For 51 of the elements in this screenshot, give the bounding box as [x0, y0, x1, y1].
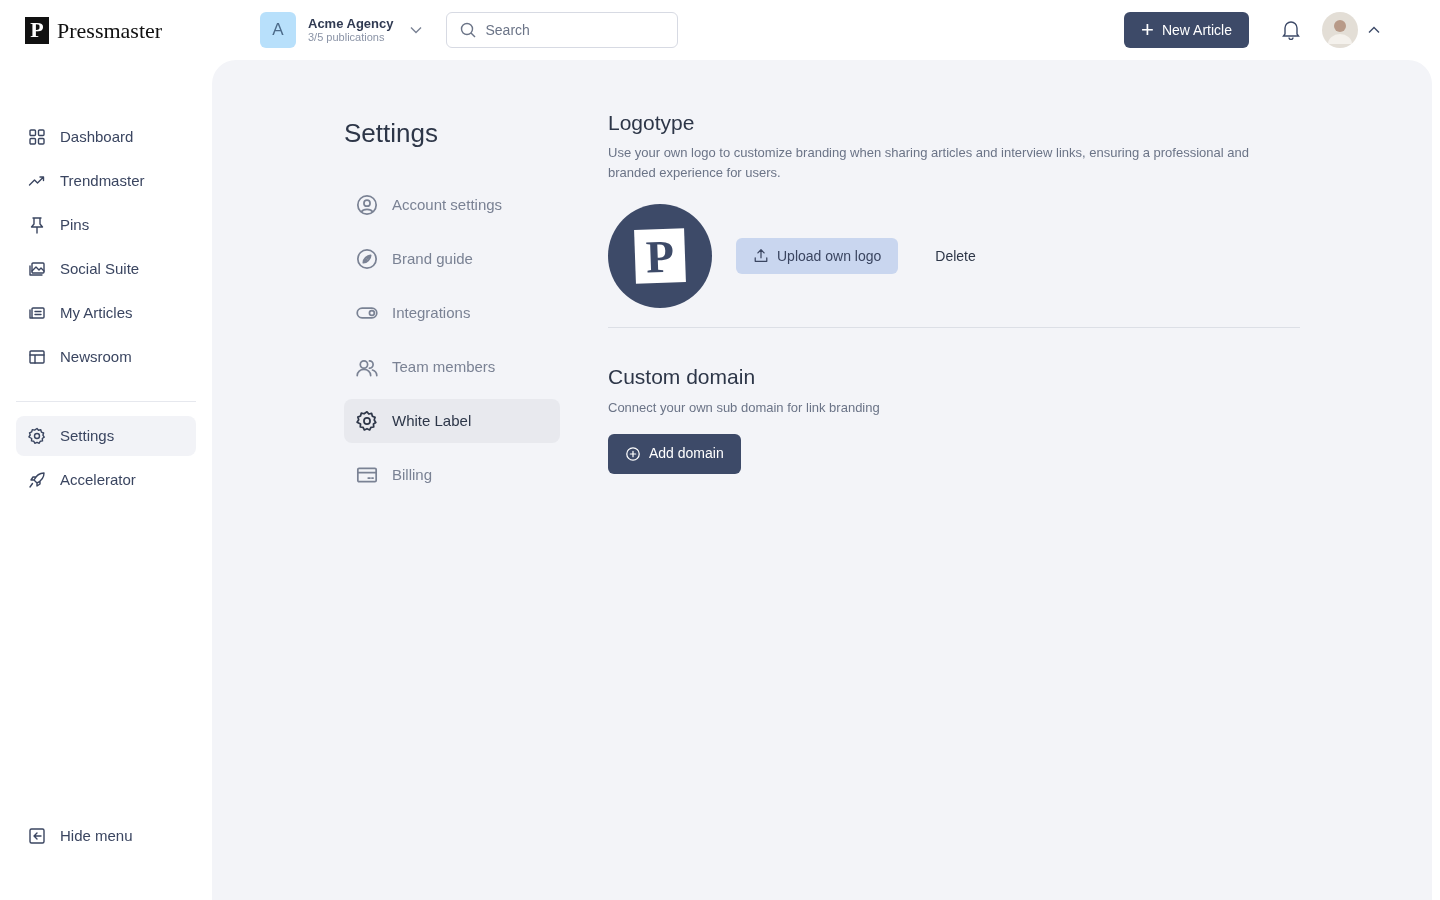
hide-menu-link[interactable]: Hide menu — [16, 816, 196, 856]
chevron-down-icon[interactable] — [409, 26, 422, 34]
workspace-name: Acme Agency — [308, 15, 394, 32]
brand-logo-mark: P — [25, 16, 49, 44]
upload-icon — [753, 248, 769, 265]
sidebar-item[interactable]: Pins — [16, 205, 196, 245]
exit-icon — [28, 827, 46, 845]
pin-icon — [28, 216, 46, 234]
rocket-icon — [28, 471, 46, 489]
settings-nav-item[interactable]: Brand guide — [344, 237, 560, 281]
search-icon — [459, 22, 476, 38]
section-title: Logotype — [608, 110, 696, 136]
sidebar-item[interactable]: Newsroom — [16, 337, 196, 377]
user-circle-icon — [356, 194, 378, 216]
settings-nav-item[interactable]: Integrations — [344, 291, 560, 335]
sidebar-item[interactable]: Accelerator — [16, 460, 196, 500]
section-description: Connect your own sub domain for link branding — [608, 398, 881, 417]
gear-icon — [356, 410, 378, 432]
compass-icon — [356, 248, 378, 270]
search-field[interactable]: Search — [445, 12, 678, 48]
section-title: Custom domain — [608, 364, 757, 390]
brand-name: Pressmaster — [57, 16, 163, 45]
sidebar-item[interactable]: Social Suite — [16, 249, 196, 289]
new-article-button[interactable]: + New Article — [1124, 12, 1249, 48]
add-domain-button[interactable]: Add domain — [608, 433, 741, 474]
settings-nav-item[interactable]: Billing — [344, 453, 560, 497]
settings-title: Settings — [344, 117, 439, 150]
workspace-subtitle: 3/5 publications — [308, 31, 386, 45]
settings-nav-item[interactable]: Account settings — [344, 183, 560, 227]
bell-icon[interactable] — [1282, 20, 1300, 40]
images-icon — [28, 260, 46, 278]
article-icon — [28, 304, 46, 322]
settings-nav-item[interactable]: Team members — [344, 345, 560, 389]
plus-circle-icon — [625, 445, 641, 462]
workspace-avatar: A — [260, 12, 296, 48]
grid-icon — [28, 128, 46, 146]
upload-logo-button[interactable]: Upload own logo — [736, 238, 899, 275]
sidebar-item[interactable]: Trendmaster — [16, 161, 196, 201]
plus-icon: + — [1141, 19, 1154, 41]
logo-preview: P — [608, 204, 712, 309]
gear-icon — [28, 427, 46, 445]
card-icon — [356, 464, 378, 486]
sidebar-item[interactable]: Settings — [16, 416, 196, 456]
section-description: Use your own logo to customize branding when sharing articles and interview links, ensuring a professional and branded experience for users. — [608, 144, 1250, 183]
delete-button[interactable]: Delete — [922, 238, 989, 274]
avatar-icon[interactable] — [1322, 12, 1358, 48]
chevron-up-icon[interactable] — [1368, 26, 1380, 34]
settings-nav-item[interactable]: White Label — [344, 399, 560, 443]
sidebar-item[interactable]: Dashboard — [16, 117, 196, 157]
layout-icon — [28, 348, 46, 366]
sidebar-item[interactable]: My Articles — [16, 293, 196, 333]
